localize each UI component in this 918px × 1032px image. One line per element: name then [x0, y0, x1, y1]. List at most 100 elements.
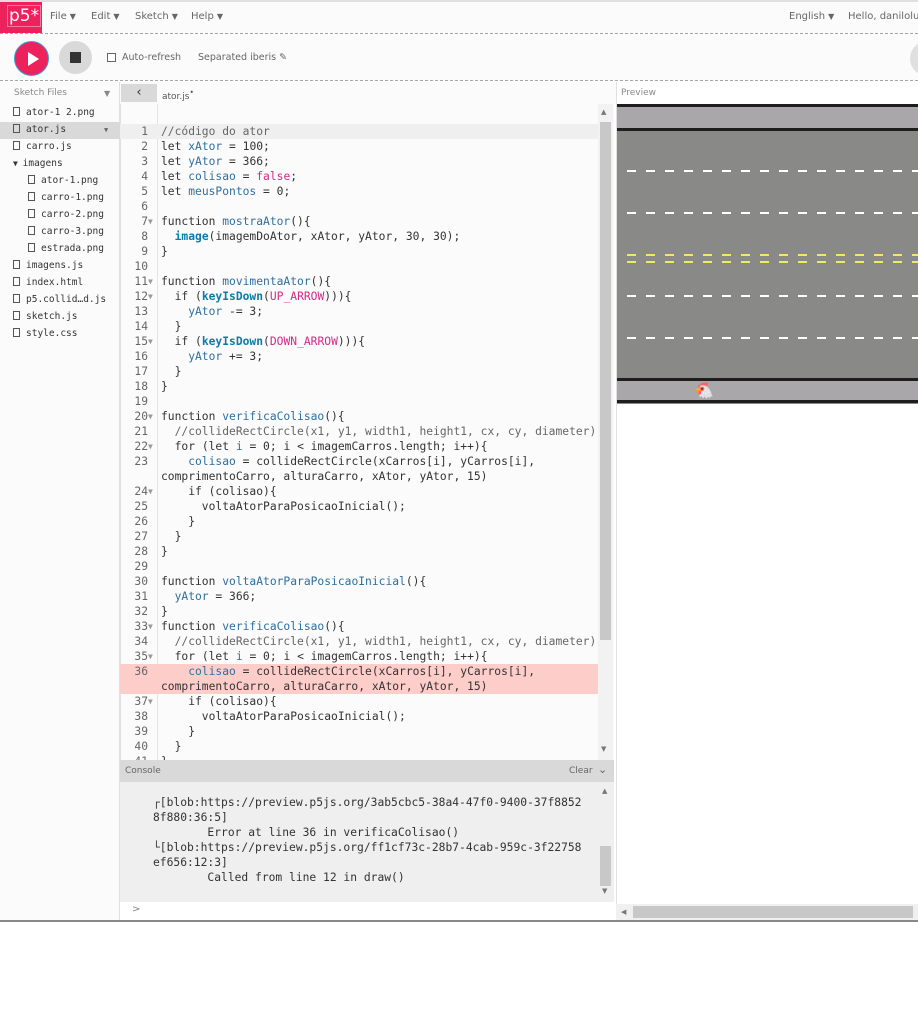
- code-line[interactable]: 18}: [120, 379, 598, 394]
- fold-icon[interactable]: ▼: [148, 649, 153, 664]
- file-item[interactable]: carro.js: [0, 139, 120, 156]
- menu-sketch[interactable]: Sketch ▼: [135, 11, 178, 22]
- code-line[interactable]: 3 let yAtor = 366;: [120, 154, 598, 169]
- fold-icon[interactable]: ▼: [148, 214, 153, 229]
- code-line[interactable]: 30 function voltaAtorParaPosicaoInicial()…: [120, 574, 598, 589]
- play-button[interactable]: [14, 41, 49, 76]
- line-number: 35: [134, 650, 148, 663]
- code-line[interactable]: 17 }: [120, 364, 598, 379]
- code-line[interactable]: 27 }: [120, 529, 598, 544]
- menu-file[interactable]: File ▼: [50, 11, 76, 22]
- preview-hscrollbar-thumb[interactable]: [633, 906, 913, 918]
- code-line[interactable]: 11 ▼ function movimentaAtor(){: [120, 274, 598, 289]
- code-line[interactable]: 1 //código do ator: [120, 124, 598, 139]
- console-clear-button[interactable]: Clear: [569, 766, 593, 776]
- code-line[interactable]: 24 ▼ if (colisao){: [120, 484, 598, 499]
- scroll-up-icon[interactable]: ▲: [601, 108, 606, 116]
- code-line[interactable]: 12 ▼ if (keyIsDown(UP_ARROW))){: [120, 289, 598, 304]
- code-line[interactable]: 2 let xAtor = 100;: [120, 139, 598, 154]
- fold-icon[interactable]: ▼: [148, 409, 153, 424]
- fold-icon[interactable]: ▼: [148, 484, 153, 499]
- console-scrollbar-thumb[interactable]: [600, 846, 611, 886]
- code-line[interactable]: 23 colisao = collideRectCircle(xCarros[i…: [120, 454, 598, 469]
- file-icon: [28, 192, 35, 201]
- code-line[interactable]: comprimentoCarro, alturaCarro, xAtor, yA…: [120, 469, 598, 484]
- folder-item[interactable]: ▼ imagens: [0, 156, 120, 173]
- file-item[interactable]: ator-1 2.png: [0, 105, 120, 122]
- file-item[interactable]: ator.js ▼: [0, 122, 120, 139]
- fold-icon[interactable]: ▼: [148, 274, 153, 289]
- code-line[interactable]: 19: [120, 394, 598, 409]
- code-line[interactable]: 7 ▼ function mostraAtor(){: [120, 214, 598, 229]
- code-line[interactable]: 22 ▼ for (let i = 0; i < imagemCarros.len…: [120, 439, 598, 454]
- code-line[interactable]: 4 let colisao = false;: [120, 169, 598, 184]
- scroll-down-icon[interactable]: ▼: [602, 887, 607, 895]
- code-line[interactable]: 32}: [120, 604, 598, 619]
- code-lines[interactable]: 1 //código do ator 2 let xAtor = 100; 3 let y…: [120, 124, 598, 769]
- code-line[interactable]: 38 voltaAtorParaPosicaoInicial();: [120, 709, 598, 724]
- fold-icon[interactable]: ▼: [148, 334, 153, 349]
- lane-dash: [760, 212, 769, 214]
- user-greeting[interactable]: Hello, daniloluzj: [848, 11, 918, 22]
- file-item[interactable]: imagens.js: [0, 258, 120, 275]
- console-input[interactable]: >: [120, 902, 614, 920]
- code-line[interactable]: 33 ▼ function verificaColisao(){: [120, 619, 598, 634]
- file-item[interactable]: carro-2.png: [0, 207, 120, 224]
- code-line[interactable]: 8 image(imagemDoAtor, xAtor, yAtor, 30, …: [120, 229, 598, 244]
- code-line[interactable]: 29: [120, 559, 598, 574]
- file-item[interactable]: carro-3.png: [0, 224, 120, 241]
- editor-tab[interactable]: ator.js•: [162, 88, 194, 102]
- stop-button[interactable]: [59, 41, 92, 74]
- auto-refresh-checkbox[interactable]: [107, 53, 116, 62]
- sketch-files-header[interactable]: Sketch Files ▼: [0, 85, 120, 103]
- code-line[interactable]: 40 }: [120, 739, 598, 754]
- scroll-down-icon[interactable]: ▼: [601, 745, 606, 753]
- menu-edit[interactable]: Edit ▼: [91, 11, 120, 22]
- fold-icon[interactable]: ▼: [148, 694, 153, 709]
- collapse-sidebar-button[interactable]: ‹: [121, 84, 157, 102]
- file-options-icon[interactable]: ▼: [104, 126, 108, 134]
- code-line[interactable]: 5 let meusPontos = 0;: [120, 184, 598, 199]
- code-line[interactable]: 9}: [120, 244, 598, 259]
- file-item[interactable]: ator-1.png: [0, 173, 120, 190]
- code-line[interactable]: 21 //collideRectCircle(x1, y1, width1, h…: [120, 424, 598, 439]
- code-line[interactable]: 37 ▼ if (colisao){: [120, 694, 598, 709]
- file-item[interactable]: p5.collid…d.js: [0, 292, 120, 309]
- file-item[interactable]: estrada.png: [0, 241, 120, 258]
- code-line[interactable]: 39 }: [120, 724, 598, 739]
- code-line[interactable]: 13 yAtor -= 3;: [120, 304, 598, 319]
- code-line[interactable]: 35 ▼ for (let i = 0; i < imagemCarros.len…: [120, 649, 598, 664]
- pencil-icon[interactable]: ✎: [279, 52, 287, 63]
- scroll-left-icon[interactable]: ◀: [621, 908, 626, 916]
- code-line[interactable]: 34 //collideRectCircle(x1, y1, width1, h…: [120, 634, 598, 649]
- sketch-canvas[interactable]: 🐔: [617, 104, 918, 404]
- file-item[interactable]: style.css: [0, 326, 120, 343]
- error-code-line[interactable]: comprimentoCarro, alturaCarro, xAtor, yA…: [120, 679, 598, 694]
- code-line[interactable]: 10: [120, 259, 598, 274]
- code-line[interactable]: 6: [120, 199, 598, 214]
- line-number: 27: [134, 530, 148, 543]
- error-code-line[interactable]: 36 colisao = collideRectCircle(xCarros[i…: [120, 664, 598, 679]
- code-line[interactable]: 28}: [120, 544, 598, 559]
- editor-scrollbar-thumb[interactable]: [600, 122, 611, 640]
- code-line[interactable]: 25 voltaAtorParaPosicaoInicial();: [120, 499, 598, 514]
- code-line[interactable]: 20 ▼ function verificaColisao(){: [120, 409, 598, 424]
- code-line[interactable]: 15 ▼ if (keyIsDown(DOWN_ARROW))){: [120, 334, 598, 349]
- file-item[interactable]: sketch.js: [0, 309, 120, 326]
- code-line[interactable]: 16 yAtor += 3;: [120, 349, 598, 364]
- code-line[interactable]: 26 }: [120, 514, 598, 529]
- p5-logo[interactable]: p5*: [0, 2, 42, 33]
- sketch-name[interactable]: Separated iberis ✎: [198, 52, 287, 63]
- code-line[interactable]: 14 }: [120, 319, 598, 334]
- chevron-down-icon[interactable]: ⌄: [598, 763, 607, 776]
- line-number: 28: [134, 545, 148, 558]
- fold-icon[interactable]: ▼: [148, 439, 153, 454]
- language-select[interactable]: English ▼: [789, 11, 834, 22]
- file-item[interactable]: carro-1.png: [0, 190, 120, 207]
- code-line[interactable]: 31 yAtor = 366;: [120, 589, 598, 604]
- fold-icon[interactable]: ▼: [148, 619, 153, 634]
- file-item[interactable]: index.html: [0, 275, 120, 292]
- scroll-up-icon[interactable]: ▲: [602, 787, 607, 795]
- fold-icon[interactable]: ▼: [148, 289, 153, 304]
- menu-help[interactable]: Help ▼: [191, 11, 223, 22]
